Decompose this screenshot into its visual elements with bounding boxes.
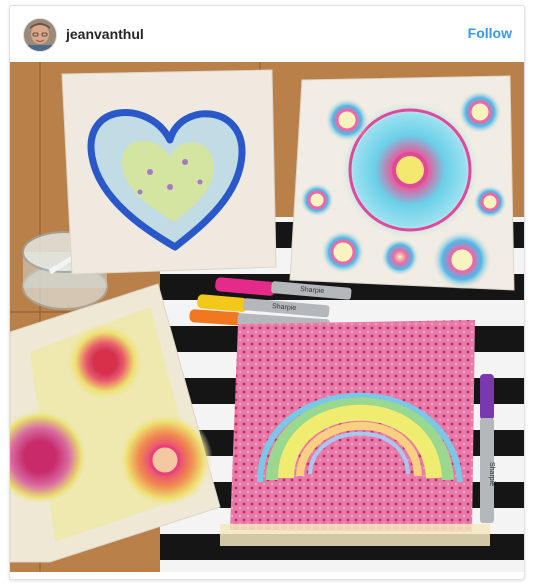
heart-towel — [61, 69, 277, 275]
follow-button[interactable]: Follow — [468, 25, 512, 41]
post-photo[interactable]: Sharpie Sharpie Sharpie — [10, 62, 524, 572]
rainbow-towel — [220, 320, 490, 546]
circles-towel — [289, 75, 515, 291]
post-header: jeanvanthul Follow — [10, 6, 524, 62]
svg-text:Sharpie: Sharpie — [488, 462, 495, 486]
avatar[interactable] — [23, 18, 57, 52]
purple-marker: Sharpie — [480, 374, 495, 523]
artwork-image: Sharpie Sharpie Sharpie — [10, 62, 524, 572]
username-link[interactable]: jeanvanthul — [66, 26, 144, 42]
avatar-icon — [24, 19, 56, 51]
instagram-post-card: jeanvanthul Follow Sharpie Sharpie Sharp… — [9, 5, 525, 580]
